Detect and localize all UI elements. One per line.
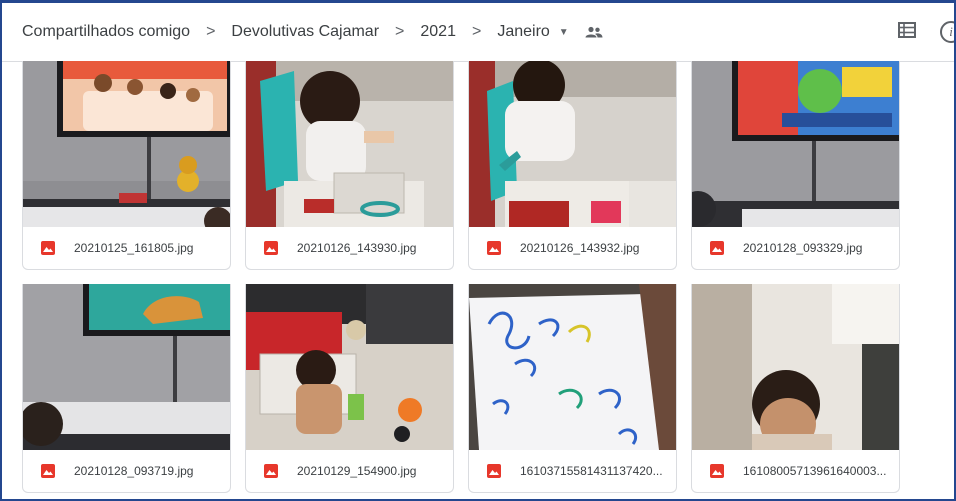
chevron-right-icon: > — [206, 23, 216, 40]
file-name: 20210126_143932.jpg — [520, 241, 640, 255]
photo-thumbnail — [692, 61, 899, 227]
chevron-right-icon: > — [471, 23, 482, 40]
file-card[interactable]: 20210128_093719.jpg — [22, 284, 231, 493]
people-icon[interactable] — [585, 26, 603, 38]
photo-thumbnail — [23, 61, 230, 227]
file-name: 20210129_154900.jpg — [297, 464, 417, 478]
chevron-right-icon: > — [395, 23, 405, 40]
breadcrumb-shared-with-me[interactable]: Compartilhados comigo — [22, 23, 190, 41]
file-card[interactable]: 20210126_143930.jpg — [245, 61, 454, 270]
photo-thumbnail — [23, 284, 230, 450]
photo-thumbnail — [692, 284, 899, 450]
caret-down-icon[interactable]: ▼ — [559, 27, 569, 38]
file-name: 20210128_093719.jpg — [74, 464, 194, 478]
list-view-icon[interactable] — [898, 21, 916, 43]
file-name: 20210126_143930.jpg — [297, 241, 417, 255]
file-card[interactable]: 20210129_154900.jpg — [245, 284, 454, 493]
breadcrumb: Compartilhados comigo > Devolutivas Caja… — [2, 3, 954, 62]
file-name: 16103715581431137420... — [520, 464, 663, 478]
file-card[interactable]: 20210125_161805.jpg — [22, 61, 231, 270]
image-icon — [710, 464, 724, 478]
image-icon — [710, 241, 724, 255]
info-icon[interactable]: i — [940, 21, 954, 43]
file-card[interactable]: 20210126_143932.jpg — [468, 61, 677, 270]
breadcrumb-devolutivas-cajamar[interactable]: Devolutivas Cajamar — [231, 23, 379, 41]
breadcrumb-janeiro[interactable]: Janeiro — [497, 23, 549, 41]
file-name: 20210128_093329.jpg — [743, 241, 863, 255]
file-card[interactable]: 16103715581431137420... — [468, 284, 677, 493]
drive-window: Compartilhados comigo > Devolutivas Caja… — [0, 0, 956, 501]
image-icon — [487, 241, 501, 255]
image-icon — [264, 464, 278, 478]
file-name: 16108005713961640003... — [743, 464, 887, 478]
breadcrumb-2021[interactable]: 2021 — [420, 23, 456, 41]
image-icon — [41, 241, 55, 255]
photo-thumbnail — [246, 61, 453, 227]
image-icon — [41, 464, 55, 478]
image-icon — [264, 241, 278, 255]
file-card[interactable]: 20210128_093329.jpg — [691, 61, 900, 270]
photo-thumbnail — [246, 284, 453, 450]
photo-thumbnail — [469, 284, 676, 450]
image-icon — [487, 464, 501, 478]
file-name: 20210125_161805.jpg — [74, 241, 194, 255]
file-card[interactable]: 16108005713961640003... — [691, 284, 900, 493]
photo-thumbnail — [469, 61, 676, 227]
